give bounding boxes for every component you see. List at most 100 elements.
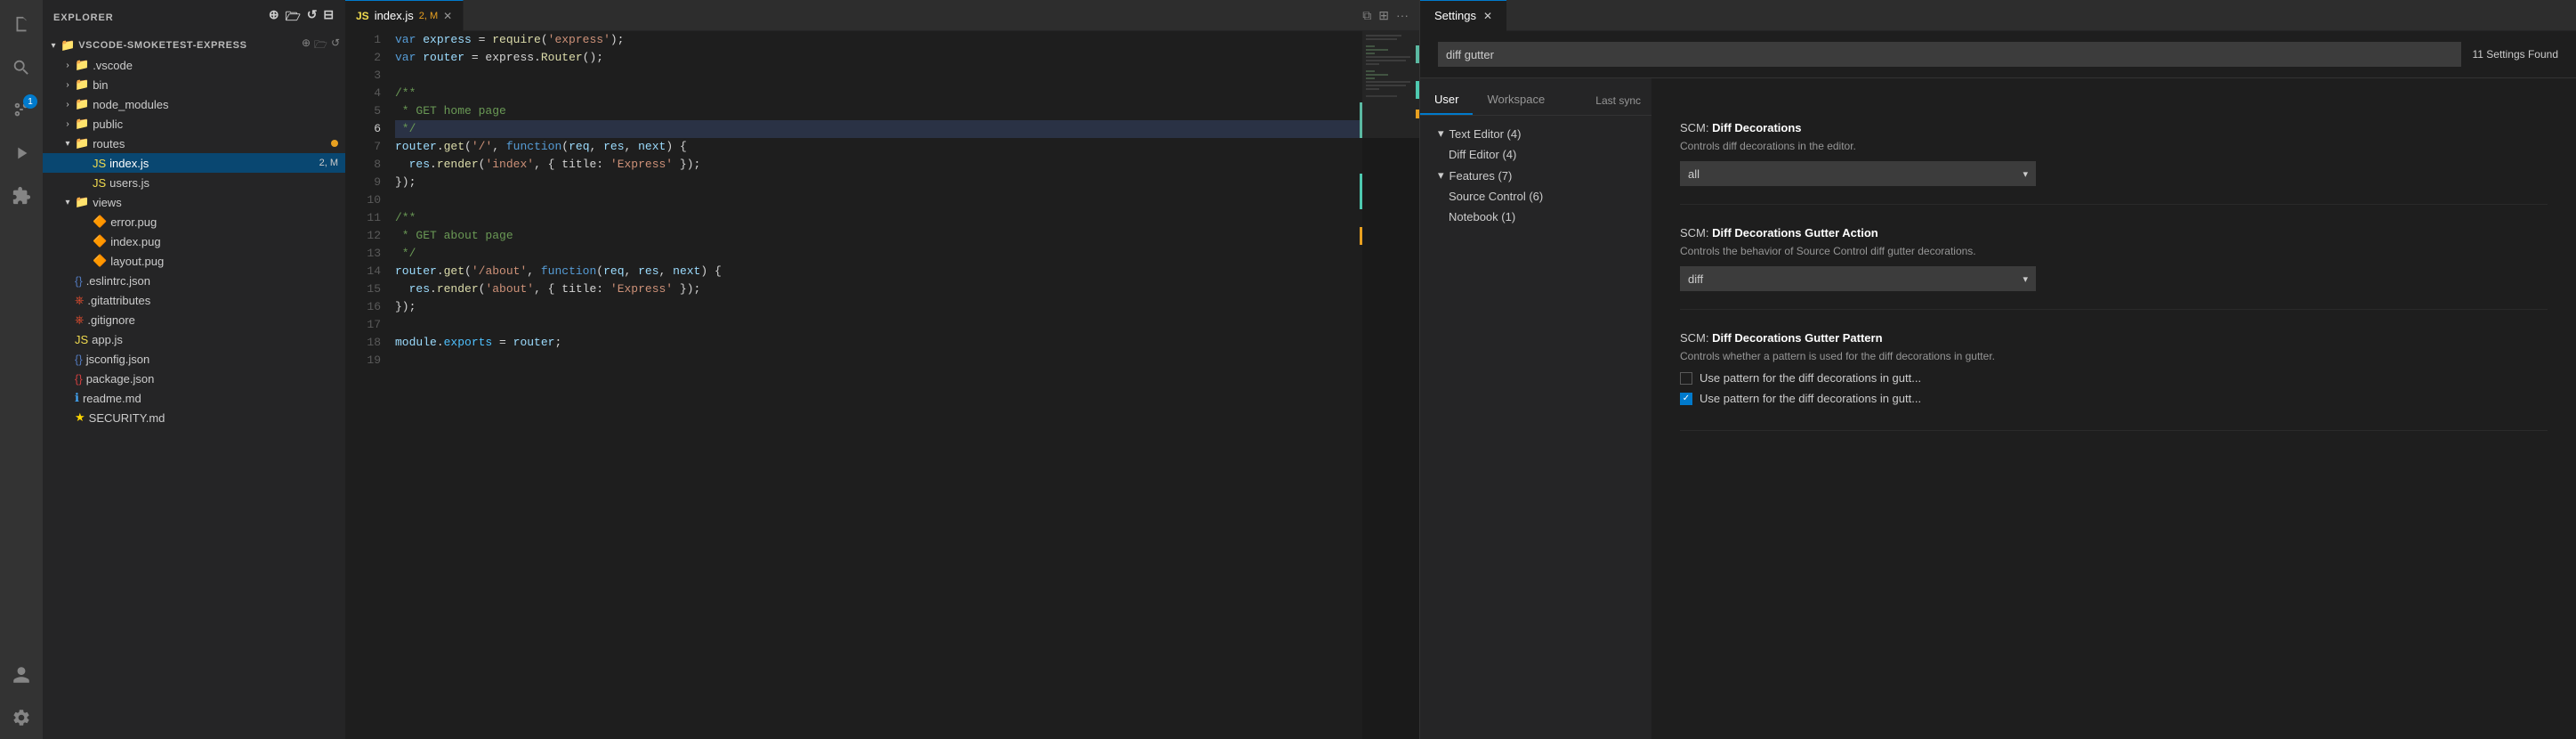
settings-search-input[interactable] xyxy=(1438,42,2461,67)
node-modules-chevron: › xyxy=(61,100,75,110)
settings-nav-text-editor[interactable]: ▾ Text Editor (4) xyxy=(1420,123,1651,144)
code-line-2: var router = express.Router(); xyxy=(395,49,1362,67)
gutter-pattern-title-bold: Diff Decorations Gutter Pattern xyxy=(1712,331,1882,345)
editor-layout-icon[interactable]: ⊞ xyxy=(1378,8,1389,23)
routes-label: routes xyxy=(93,137,331,150)
last-sync-label: Last sync xyxy=(1595,87,1651,114)
code-line-15: res.render('about', { title: 'Express' }… xyxy=(395,280,1362,298)
tree-item-users-js[interactable]: JS users.js xyxy=(43,173,345,192)
setting-block-gutter-pattern: SCM: Diff Decorations Gutter Pattern Con… xyxy=(1680,331,2548,431)
ln-18: 18 xyxy=(345,334,381,352)
explorer-activity-icon[interactable] xyxy=(0,4,43,46)
new-folder-icon[interactable]: 🗁 xyxy=(286,7,302,28)
activity-bar-bottom xyxy=(0,654,43,739)
vscode-chevron: › xyxy=(61,61,75,70)
root-folder-icon: 📁 xyxy=(61,38,75,53)
editor-more-icon[interactable]: ··· xyxy=(1396,8,1409,22)
manage-activity-icon[interactable] xyxy=(0,696,43,739)
tree-item-jsconfig[interactable]: {} jsconfig.json xyxy=(43,349,345,369)
tab-label: index.js xyxy=(375,9,414,22)
settings-tab-bar: Settings ✕ xyxy=(1420,0,2576,31)
ln-3: 3 xyxy=(345,67,381,85)
bin-label: bin xyxy=(93,78,345,92)
readme-label: readme.md xyxy=(83,392,345,405)
run-activity-icon[interactable] xyxy=(0,132,43,175)
tree-item-error-pug[interactable]: 🔶 error.pug xyxy=(43,212,345,231)
index-js-icon: JS xyxy=(93,157,106,170)
root-refresh-icon[interactable]: ↺ xyxy=(331,37,340,55)
code-editor[interactable]: var express = require('express'); var ro… xyxy=(388,31,1362,739)
tree-item-views[interactable]: ▾ 📁 views xyxy=(43,192,345,212)
gutter-action-select[interactable]: diff ▾ xyxy=(1680,266,2036,291)
tree-item-gitattributes[interactable]: ⎈ .gitattributes xyxy=(43,290,345,310)
root-new-file-icon[interactable]: ⊕ xyxy=(302,37,311,55)
checkbox-1[interactable] xyxy=(1680,372,1692,385)
root-folder[interactable]: ▾ 📁 VSCODE-SMOKETEST-EXPRESS ⊕ 🗁 ↺ xyxy=(43,36,345,55)
checkbox-2-label: Use pattern for the diff decorations in … xyxy=(1700,392,1921,405)
tree-item-vscode[interactable]: › 📁 .vscode xyxy=(43,55,345,75)
diff-decorations-select[interactable]: all ▾ xyxy=(1680,161,2036,186)
code-line-5: * GET home page xyxy=(395,102,1362,120)
new-file-icon[interactable]: ⊕ xyxy=(269,7,280,28)
checkbox-1-label: Use pattern for the diff decorations in … xyxy=(1700,371,1921,385)
tree-item-security[interactable]: ★ SECURITY.md xyxy=(43,408,345,427)
ln-7: 7 xyxy=(345,138,381,156)
refresh-icon[interactable]: ↺ xyxy=(307,7,319,28)
search-activity-icon[interactable] xyxy=(0,46,43,89)
tab-js-icon: JS xyxy=(356,10,369,22)
gitignore-icon: ⎈ xyxy=(75,313,84,327)
tree-item-package-json[interactable]: {} package.json xyxy=(43,369,345,388)
tree-item-gitignore[interactable]: ⎈ .gitignore xyxy=(43,310,345,329)
settings-user-tab[interactable]: User xyxy=(1420,85,1473,115)
editor-content: 1 2 3 4 5 6 7 8 9 10 11 12 13 14 15 16 1… xyxy=(345,31,1419,739)
tree-item-readme[interactable]: ℹ readme.md xyxy=(43,388,345,408)
tree-item-index-pug[interactable]: 🔶 index.pug xyxy=(43,231,345,251)
settings-nav-source-control[interactable]: Source Control (6) xyxy=(1420,186,1651,207)
root-folder-label: VSCODE-SMOKETEST-EXPRESS xyxy=(78,40,302,51)
index-pug-label: index.pug xyxy=(110,235,345,248)
bin-chevron: › xyxy=(61,80,75,90)
code-line-1: var express = require('express'); xyxy=(395,31,1362,49)
layout-pug-icon: 🔶 xyxy=(93,254,107,268)
code-line-18: module.exports = router; xyxy=(395,334,1362,352)
tree-item-app-js[interactable]: JS app.js xyxy=(43,329,345,349)
editor-tab-index-js[interactable]: JS index.js 2, M ✕ xyxy=(345,0,464,31)
ln-12: 12 xyxy=(345,227,381,245)
tree-item-routes[interactable]: ▾ 📁 routes xyxy=(43,134,345,153)
settings-nav-features[interactable]: ▾ Features (7) xyxy=(1420,165,1651,186)
tree-item-layout-pug[interactable]: 🔶 layout.pug xyxy=(43,251,345,271)
tab-close-icon[interactable]: ✕ xyxy=(443,10,452,22)
settings-nav-notebook[interactable]: Notebook (1) xyxy=(1420,207,1651,227)
root-new-folder-icon[interactable]: 🗁 xyxy=(314,37,327,55)
code-line-10 xyxy=(395,191,1362,209)
settings-tab-close-icon[interactable]: ✕ xyxy=(1483,10,1492,22)
bin-folder-icon: 📁 xyxy=(75,77,89,92)
extensions-activity-icon[interactable] xyxy=(0,175,43,217)
editor-minimap xyxy=(1362,31,1419,739)
routes-folder-icon: 📁 xyxy=(75,136,89,150)
views-chevron: ▾ xyxy=(61,198,75,207)
collapse-icon[interactable]: ⊟ xyxy=(323,7,335,28)
checkbox-row-2: Use pattern for the diff decorations in … xyxy=(1680,392,2548,405)
tree-item-bin[interactable]: › 📁 bin xyxy=(43,75,345,94)
code-line-3 xyxy=(395,67,1362,85)
vscode-folder-icon: 📁 xyxy=(75,58,89,72)
tree-item-eslintrc[interactable]: {} .eslintrc.json xyxy=(43,271,345,290)
tree-item-public[interactable]: › 📁 public xyxy=(43,114,345,134)
code-line-11: /** xyxy=(395,209,1362,227)
jsconfig-icon: {} xyxy=(75,353,83,366)
tree-item-node-modules[interactable]: › 📁 node_modules xyxy=(43,94,345,114)
code-line-19 xyxy=(395,352,1362,370)
settings-search-bar: 11 Settings Found xyxy=(1420,31,2576,78)
settings-tab[interactable]: Settings ✕ xyxy=(1420,0,1506,31)
settings-nav-diff-editor[interactable]: Diff Editor (4) xyxy=(1420,144,1651,165)
index-js-badge: 2, M xyxy=(319,158,338,168)
accounts-activity-icon[interactable] xyxy=(0,654,43,696)
tree-item-index-js[interactable]: JS index.js 2, M xyxy=(43,153,345,173)
checkbox-2[interactable] xyxy=(1680,393,1692,405)
settings-workspace-tab[interactable]: Workspace xyxy=(1473,85,1559,115)
split-editor-icon[interactable]: ⧉ xyxy=(1362,8,1371,23)
ln-17: 17 xyxy=(345,316,381,334)
code-line-6: */ xyxy=(395,120,1362,138)
source-control-activity-icon[interactable]: 1 xyxy=(0,89,43,132)
